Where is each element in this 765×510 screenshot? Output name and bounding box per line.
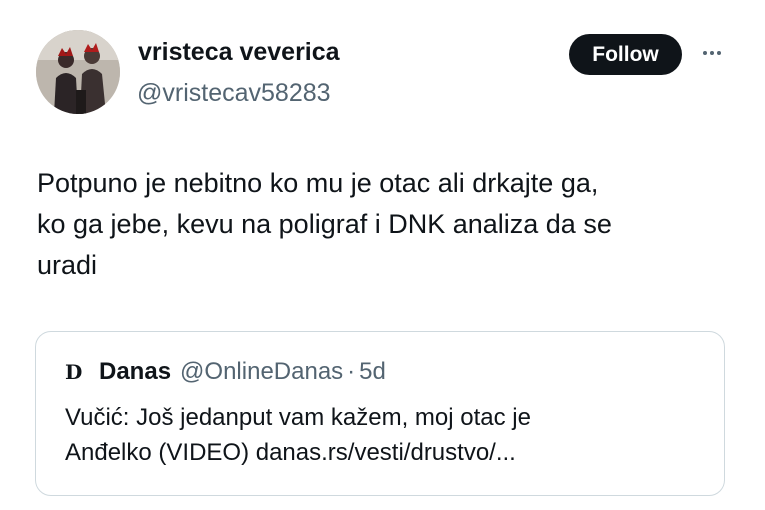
more-dot [717,51,721,55]
quoted-author-handle[interactable]: @OnlineDanas [180,358,343,386]
quoted-author-name[interactable]: Danas [99,358,171,386]
avatar-image [36,30,120,114]
follow-button[interactable]: Follow [569,34,682,75]
more-dot [703,51,707,55]
danas-logo-icon: D [65,360,83,384]
separator-dot: · [347,358,356,385]
avatar[interactable] [36,30,120,114]
tweet-text: Potpuno je nebitno ko mu je otac ali drk… [37,168,612,280]
more-dots-icon[interactable] [692,33,732,73]
quoted-tweet-text: Vučić: Još jedanput vam kažem, moj otac … [65,404,531,466]
author-display-name[interactable]: vristeca veverica [138,38,340,67]
quoted-tweet-card[interactable]: D Danas @OnlineDanas · 5d Vučić: Još jed… [35,331,725,496]
quoted-tweet-header: D Danas @OnlineDanas · 5d [65,358,386,386]
quoted-timestamp[interactable]: 5d [359,358,386,386]
author-handle[interactable]: @vristecav58283 [137,79,331,108]
more-dot [710,51,714,55]
